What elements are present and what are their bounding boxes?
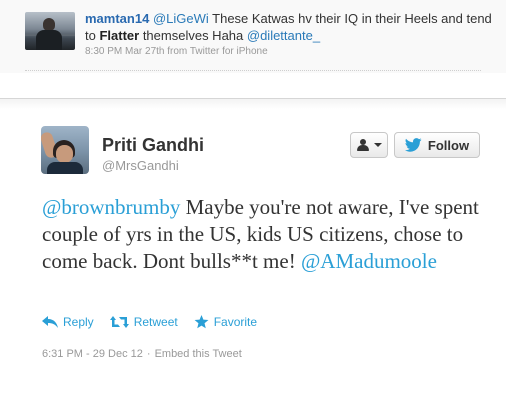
previous-tweet-text-2: themselves Haha	[139, 28, 247, 43]
retweet-label: Retweet	[133, 315, 178, 329]
follow-label: Follow	[427, 137, 470, 153]
previous-tweet-username[interactable]: mamtan14	[85, 11, 149, 26]
previous-tweet-avatar[interactable]	[25, 12, 75, 50]
retweet-icon	[109, 316, 129, 328]
twitter-bird-icon	[404, 138, 422, 152]
retweet-action[interactable]: Retweet	[109, 315, 178, 329]
favorite-label: Favorite	[213, 315, 258, 329]
tweet-timestamp[interactable]: 6:31 PM - 29 Dec 12	[42, 348, 143, 360]
previous-tweet-mention-2[interactable]: @dilettante_	[247, 28, 320, 43]
previous-tweet-text: mamtan14 @LiGeWi These Katwas hv their I…	[85, 10, 495, 44]
embed-tweet-link[interactable]: Embed this Tweet	[155, 348, 242, 360]
follow-button[interactable]: Follow	[394, 132, 480, 158]
user-actions-button[interactable]	[350, 132, 388, 158]
reply-action[interactable]: Reply	[42, 315, 94, 329]
meta-separator: ·	[146, 348, 151, 360]
user-handle[interactable]: @MrsGandhi	[102, 158, 179, 173]
previous-tweet: mamtan14 @LiGeWi These Katwas hv their I…	[0, 0, 506, 73]
favorite-star-icon	[194, 315, 209, 329]
reply-label: Reply	[63, 315, 94, 329]
previous-tweet-mention-1[interactable]: @LiGeWi	[153, 11, 209, 26]
tweet-actions: Reply Retweet Favorite	[42, 315, 273, 329]
section-separator	[0, 98, 506, 109]
avatar[interactable]	[41, 126, 89, 174]
user-icon	[356, 139, 369, 151]
display-name[interactable]: Priti Gandhi	[102, 135, 204, 156]
tweet-mention-2[interactable]: @AMadumoole	[301, 249, 437, 273]
reply-icon	[42, 316, 58, 328]
tweet-mention-1[interactable]: @brownbrumby	[42, 195, 180, 219]
tweet-meta: 6:31 PM - 29 Dec 12 · Embed this Tweet	[42, 348, 242, 360]
previous-tweet-meta: 8:30 PM Mar 27th from Twitter for iPhone	[85, 46, 268, 57]
tweet-text: @brownbrumby Maybe you're not aware, I'v…	[42, 194, 482, 275]
dotted-divider	[25, 70, 481, 71]
favorite-action[interactable]: Favorite	[194, 315, 257, 329]
previous-tweet-bold-word: Flatter	[99, 28, 140, 43]
chevron-down-icon	[373, 143, 382, 147]
